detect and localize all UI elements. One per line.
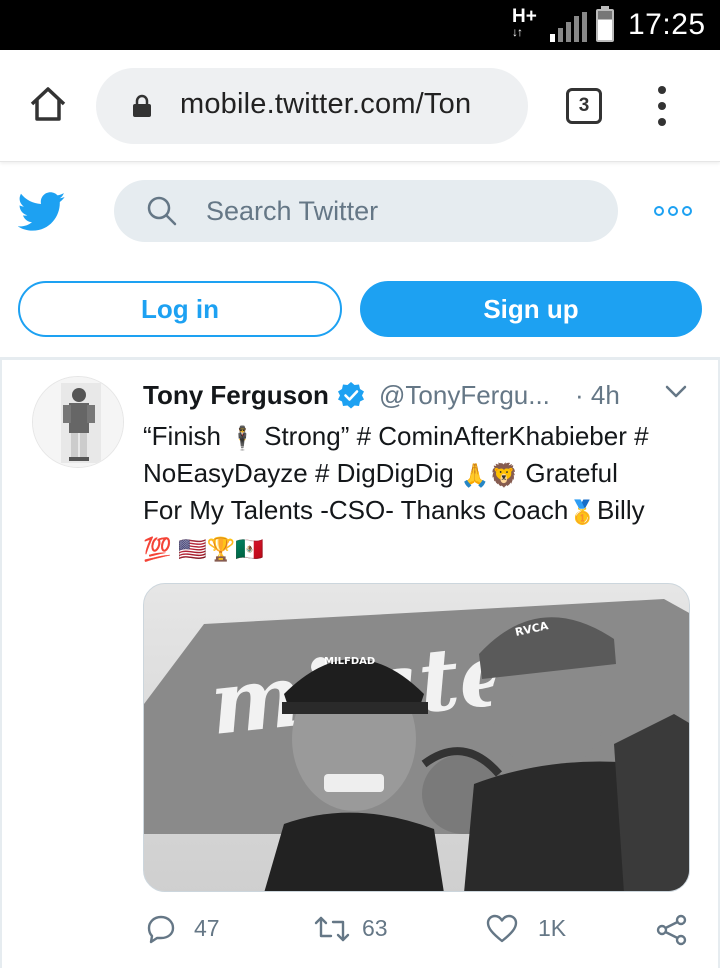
photo-image: mi ate MILFDAD RVCA	[144, 584, 689, 891]
home-icon[interactable]	[28, 84, 68, 124]
clock: 17:25	[628, 8, 706, 41]
signal-icon	[550, 12, 587, 42]
tweet-timestamp[interactable]: · 4h	[575, 378, 620, 412]
retweet-icon	[314, 916, 350, 942]
like-button[interactable]: 1K	[486, 906, 586, 950]
network-type: H+	[512, 6, 537, 27]
emoji-levitating-man: 🕴	[228, 425, 257, 451]
author-handle[interactable]: @TonyFergu...	[379, 378, 550, 412]
emoji-gold-medal: 🥇	[568, 499, 597, 525]
status-bar: H+ ↓↑ 17:25	[0, 0, 720, 50]
retweet-count: 63	[362, 915, 388, 941]
network-arrows: ↓↑	[512, 25, 523, 39]
chevron-down-icon[interactable]	[664, 384, 688, 400]
author-name[interactable]: Tony Ferguson	[143, 378, 329, 412]
divider	[0, 357, 720, 360]
like-count: 1K	[538, 915, 567, 941]
verified-badge-icon	[338, 382, 364, 409]
reply-button[interactable]: 47	[146, 906, 236, 950]
tweet-text-line: For My Talents -CSO- Thanks Coach🥇Billy	[143, 492, 703, 529]
reply-icon	[147, 915, 175, 944]
cap-text-left: MILFDAD	[324, 656, 375, 667]
tweet-text-line: “Finish 🕴 Strong” # CominAfterKhabieber …	[143, 418, 703, 455]
tab-switcher-button[interactable]: 3	[566, 88, 602, 124]
browser-toolbar: mobile.twitter.com/Ton 3	[0, 50, 720, 162]
tweet-text-line: 💯 🇺🇸🏆🇲🇽	[143, 529, 703, 566]
avatar-image	[33, 377, 123, 467]
search-box[interactable]	[114, 180, 618, 242]
network-indicator: H+ ↓↑	[512, 6, 537, 39]
tweet-actions: 47 63 1K	[0, 906, 720, 950]
emoji-pray-lion: 🙏🦁	[460, 462, 519, 488]
avatar[interactable]	[32, 376, 124, 468]
search-input[interactable]	[206, 180, 596, 242]
share-icon	[656, 914, 687, 946]
share-button[interactable]	[656, 906, 690, 950]
battery-icon	[596, 9, 614, 42]
tweet-photo[interactable]: mi ate MILFDAD RVCA	[143, 583, 690, 892]
menu-icon[interactable]	[652, 86, 672, 126]
reply-count: 47	[194, 915, 220, 941]
address-bar[interactable]: mobile.twitter.com/Ton	[96, 68, 528, 144]
url-text[interactable]: mobile.twitter.com/Ton	[180, 88, 471, 121]
lock-icon	[133, 94, 151, 117]
timeline-border-left	[0, 360, 2, 968]
twitter-bird-icon[interactable]	[18, 192, 66, 232]
tweet-text: “Finish 🕴 Strong” # CominAfterKhabieber …	[143, 418, 703, 566]
tweet-text-line: NoEasyDayze # DigDigDig 🙏🦁 Grateful	[143, 455, 703, 492]
heart-icon	[486, 914, 518, 943]
sign-up-button[interactable]: Sign up	[360, 281, 702, 337]
more-icon[interactable]	[654, 203, 694, 219]
search-icon	[147, 196, 177, 226]
retweet-button[interactable]: 63	[314, 906, 404, 950]
log-in-button[interactable]: Log in	[18, 281, 342, 337]
emoji-hundred-flags-trophy: 💯 🇺🇸🏆🇲🇽	[143, 536, 264, 562]
